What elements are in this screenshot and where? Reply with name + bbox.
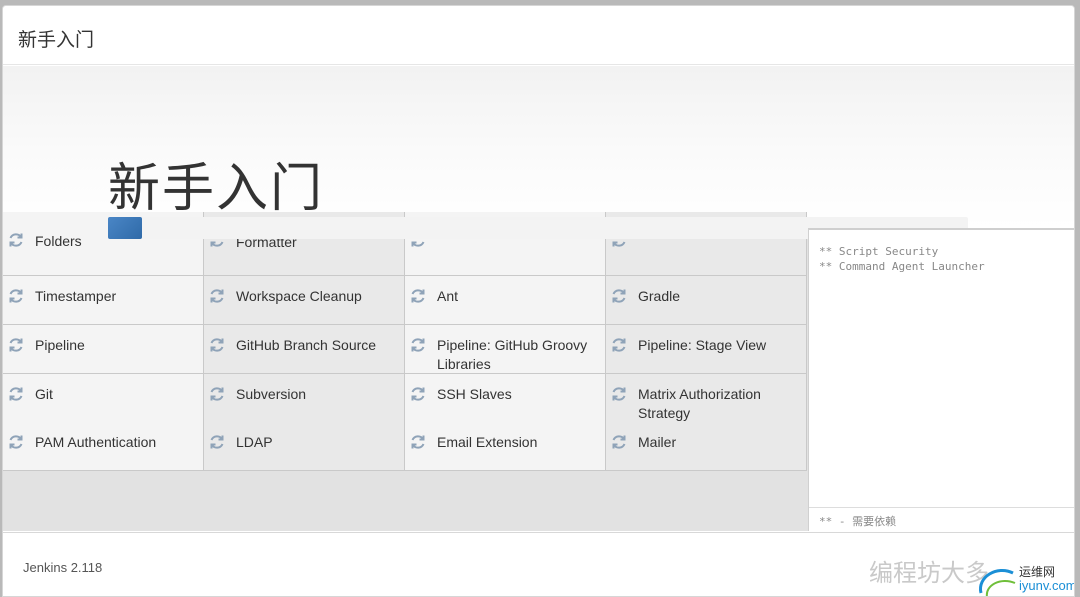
plugin-name: Ant (437, 288, 459, 304)
dialog-header: 新手入门 (3, 6, 1074, 65)
refresh-icon (8, 232, 24, 248)
watermark-text: 编程坊大多 (869, 559, 989, 587)
dialog-title: 新手入门 (18, 29, 95, 51)
plugin-name: Pipeline: Stage View (638, 337, 767, 353)
plugin-name: Git (35, 386, 53, 402)
plugin-cell: Workspace Cleanup (204, 276, 405, 325)
plugin-cell: Pipeline: Stage View (606, 325, 807, 374)
plugin-name: Pipeline (35, 337, 85, 353)
watermark-swirl-icon (979, 569, 1016, 596)
plugin-name: Gradle (638, 288, 681, 304)
plugin-cell: Git (3, 374, 204, 423)
plugin-cell: PAM Authentication (3, 422, 204, 471)
plugin-cell: Subversion (204, 374, 405, 423)
plugin-cell: LDAP (204, 422, 405, 471)
plugin-name: Workspace Cleanup (236, 288, 362, 304)
refresh-icon (410, 337, 426, 353)
plugin-cell: Ant (405, 276, 606, 325)
hero-banner: 新手入门 (3, 66, 1074, 228)
refresh-icon (8, 386, 24, 402)
setup-wizard-dialog: 新手入门 新手入门 FoldersOWASP Markup FormatterB… (2, 5, 1075, 597)
plugin-cell: Matrix Authorization Strategy (606, 374, 807, 423)
refresh-icon (611, 288, 627, 304)
watermark-logo-line2: iyunv.com (1019, 578, 1075, 593)
refresh-icon (611, 386, 627, 402)
plugin-name: Mailer (638, 434, 677, 450)
install-log-text: ** Script Security ** Command Agent Laun… (819, 245, 985, 273)
hero-title: 新手入门 (108, 159, 325, 219)
refresh-icon (209, 386, 225, 402)
plugin-cell: Pipeline (3, 325, 204, 374)
plugin-name: LDAP (236, 434, 273, 450)
dialog-footer: Jenkins 2.118 编程坊大多 运维网 iyunv.com (3, 532, 1075, 596)
plugin-name: PAM Authentication (35, 434, 157, 450)
refresh-icon (611, 337, 627, 353)
plugin-cell: GitHub Branch Source (204, 325, 405, 374)
jenkins-version: Jenkins 2.118 (23, 560, 103, 575)
refresh-icon (410, 386, 426, 402)
refresh-icon (209, 434, 225, 450)
plugin-cell: Gradle (606, 276, 807, 325)
log-footnote-bar: ** - 需要依赖 (809, 507, 1074, 531)
refresh-icon (8, 337, 24, 353)
refresh-icon (8, 434, 24, 450)
install-log-pane[interactable]: ** Script Security ** Command Agent Laun… (808, 228, 1074, 531)
plugin-cell: Email Extension (405, 422, 606, 471)
plugin-name: Subversion (236, 386, 307, 402)
plugin-name: Timestamper (35, 288, 117, 304)
plugin-cell: SSH Slaves (405, 374, 606, 423)
plugin-name: GitHub Branch Source (236, 337, 377, 353)
refresh-icon (410, 434, 426, 450)
dependency-footnote: ** - 需要依赖 (819, 515, 897, 528)
install-progress-fill (108, 217, 143, 239)
plugin-name: Pipeline: GitHub Groovy Libraries (437, 337, 588, 372)
plugin-name: Email Extension (437, 434, 538, 450)
plugin-name: SSH Slaves (437, 386, 512, 402)
watermark-logo: 运维网 iyunv.com (975, 563, 1075, 596)
plugin-cell: Timestamper (3, 276, 204, 325)
plugin-install-list: FoldersOWASP Markup FormatterBuild Timeo… (3, 212, 808, 531)
plugin-name: Matrix Authorization Strategy (638, 386, 761, 421)
plugin-cell: Pipeline: GitHub Groovy Libraries (405, 325, 606, 374)
refresh-icon (209, 337, 225, 353)
refresh-icon (209, 288, 225, 304)
refresh-icon (611, 434, 627, 450)
plugin-cell: Mailer (606, 422, 807, 471)
refresh-icon (410, 288, 426, 304)
refresh-icon (8, 288, 24, 304)
